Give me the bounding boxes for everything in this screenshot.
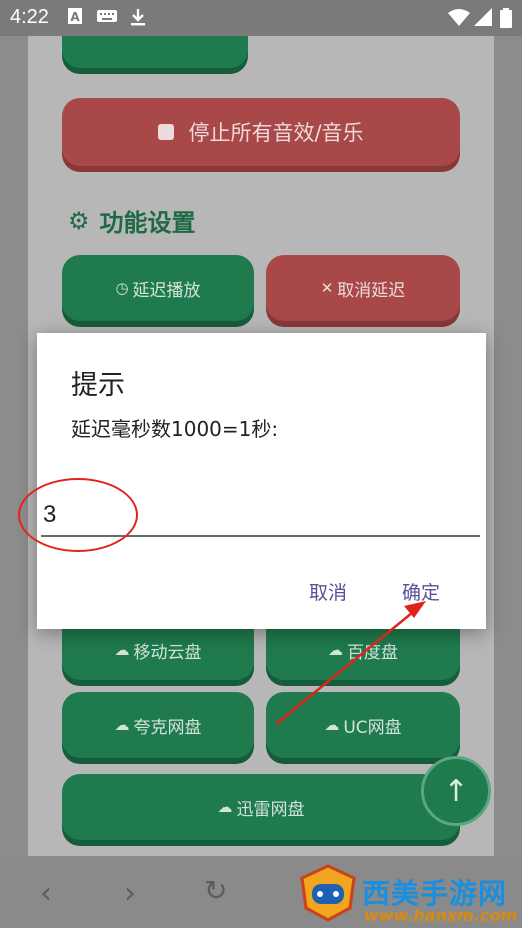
quark-pan-button[interactable]: ☁ 夸克网盘: [62, 692, 254, 758]
confirm-button[interactable]: 确定: [402, 578, 440, 605]
forward-icon[interactable]: ›: [124, 876, 136, 911]
xunlei-pan-label: 迅雷网盘: [236, 799, 305, 820]
signal-icon: [474, 8, 492, 30]
svg-text:A: A: [70, 10, 80, 24]
close-icon: ✕: [320, 279, 334, 297]
font-notification-icon: A: [68, 8, 82, 28]
cancel-delay-button[interactable]: ✕ 取消延迟: [266, 255, 460, 321]
cloud-icon: ☁: [328, 641, 343, 659]
download-icon: [130, 8, 146, 30]
delay-play-label: 延迟播放: [132, 280, 201, 301]
back-icon[interactable]: ‹: [40, 876, 52, 911]
gear-icon: ⚙: [68, 206, 90, 235]
stop-button-label: 停止所有音效/音乐: [188, 121, 364, 145]
uc-pan-label: UC网盘: [343, 717, 402, 738]
section-title: ⚙ 功能设置: [68, 203, 196, 238]
mobile-cloud-label: 移动云盘: [133, 642, 202, 663]
baidu-pan-button[interactable]: ☁ 百度盘: [266, 620, 460, 680]
status-time: 4:22: [10, 6, 49, 28]
delay-play-button[interactable]: ◷ 延迟播放: [62, 255, 254, 321]
dialog-message: 延迟毫秒数1000=1秒:: [71, 417, 279, 441]
scroll-to-top-button[interactable]: ↑: [421, 756, 491, 826]
status-bar: 4:22 A: [0, 0, 522, 36]
top-partial-button[interactable]: [62, 36, 248, 68]
cancel-delay-label: 取消延迟: [337, 280, 406, 301]
mobile-cloud-button[interactable]: ☁ 移动云盘: [62, 620, 254, 680]
baidu-pan-label: 百度盘: [347, 642, 398, 663]
section-title-label: 功能设置: [99, 209, 196, 237]
dialog-title: 提示: [71, 370, 125, 401]
watermark-logo-icon: [300, 864, 356, 922]
watermark-url: www.hanxm.com: [364, 906, 518, 925]
cancel-button[interactable]: 取消: [309, 578, 347, 605]
cloud-icon: ☁: [217, 798, 233, 816]
cloud-icon: ☁: [324, 716, 340, 734]
cloud-icon: ☁: [114, 641, 130, 659]
arrow-up-icon: ↑: [443, 773, 469, 809]
wifi-icon: [448, 8, 470, 30]
refresh-icon[interactable]: ↻: [204, 874, 227, 907]
stop-icon: [158, 124, 175, 140]
cloud-icon: ☁: [114, 716, 130, 734]
annotation-circle: [18, 478, 138, 552]
clock-icon: ◷: [115, 279, 129, 297]
battery-icon: [500, 8, 512, 32]
xunlei-pan-button[interactable]: ☁ 迅雷网盘: [62, 774, 460, 840]
keyboard-icon: [96, 8, 118, 28]
watermark: 西美手游网 www.hanxm.com: [292, 858, 522, 928]
stop-all-sounds-button[interactable]: 停止所有音效/音乐: [62, 98, 460, 166]
uc-pan-button[interactable]: ☁ UC网盘: [266, 692, 460, 758]
quark-pan-label: 夸克网盘: [133, 717, 202, 738]
